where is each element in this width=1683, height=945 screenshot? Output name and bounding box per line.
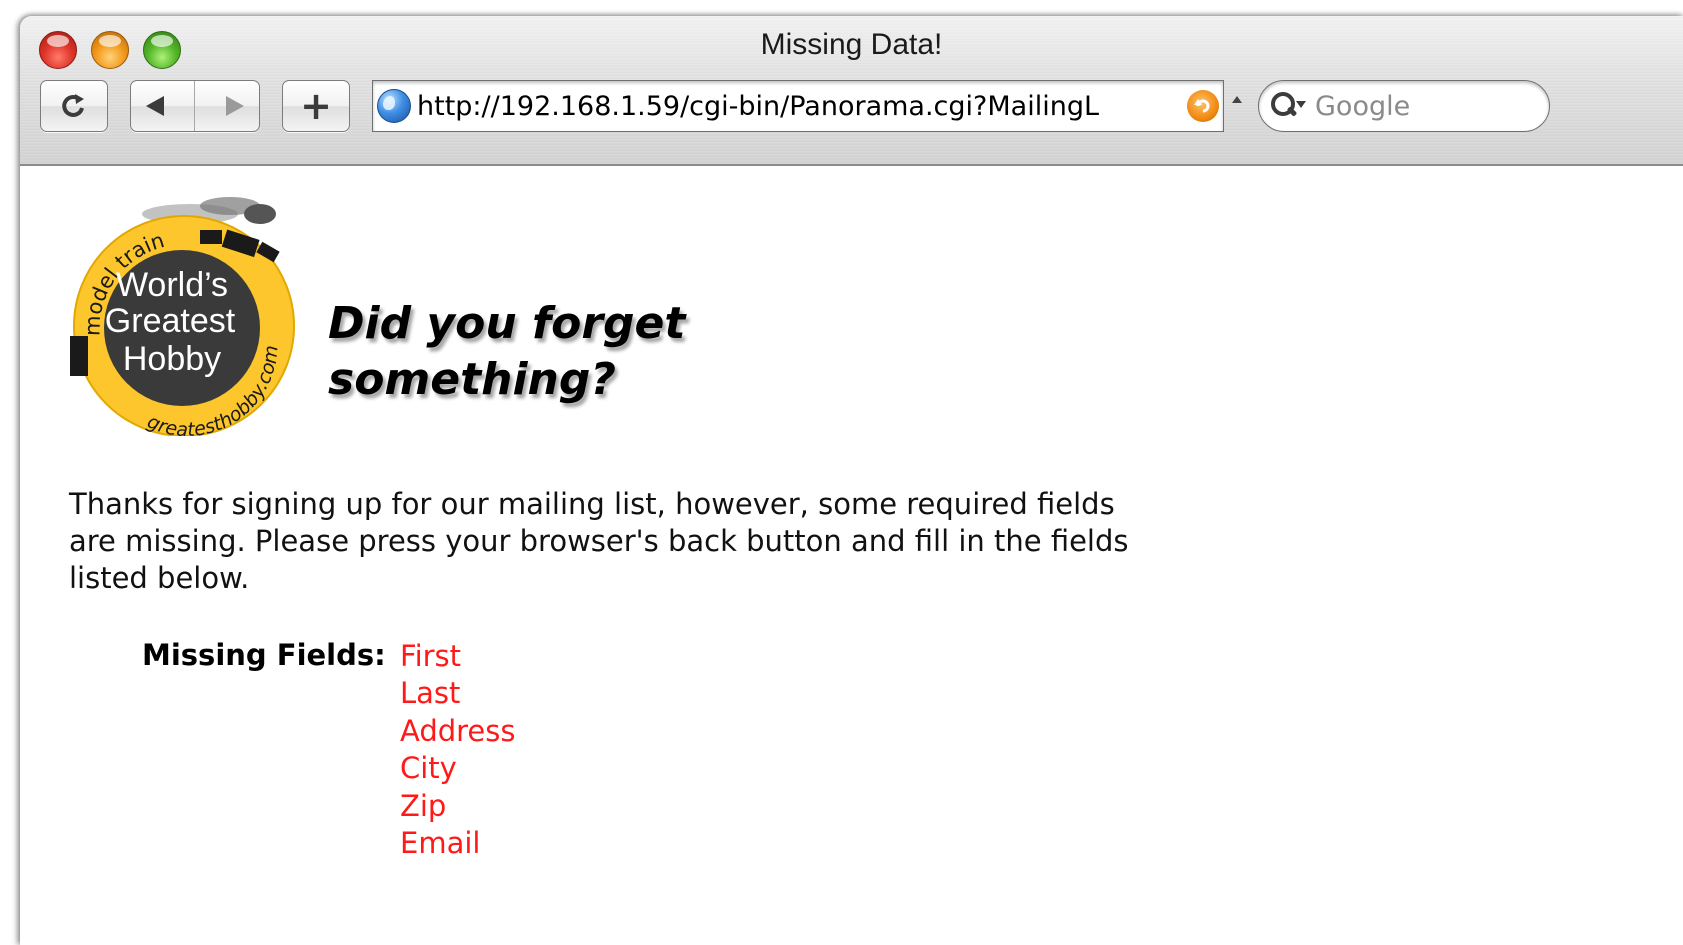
logo-line-3: Hobby [123, 340, 221, 378]
reload-icon [62, 94, 84, 117]
divider [194, 81, 196, 131]
heading-line-2: something? [328, 354, 616, 405]
back-arrow-icon[interactable] [146, 96, 165, 116]
browser-window: Missing Data! + http://192.168.1.59/cgi-… [20, 16, 1683, 945]
missing-field-item: Address [400, 713, 516, 748]
toolbar: Missing Data! + http://192.168.1.59/cgi-… [20, 16, 1683, 166]
window-title: Missing Data! [760, 28, 943, 61]
missing-field-item: Zip [400, 788, 447, 823]
logo-line-1: World’s [116, 266, 228, 304]
globe-icon [377, 89, 411, 123]
url-text[interactable]: http://192.168.1.59/cgi-bin/Panorama.cgi… [417, 91, 1187, 122]
missing-fields-list: First Last Address City Zip Email [400, 638, 516, 862]
search-field[interactable] [1258, 80, 1550, 132]
reload-button[interactable] [40, 80, 108, 132]
snapback-icon[interactable] [1187, 90, 1219, 122]
page-heading: Did you forget something? [328, 296, 848, 408]
missing-fields-label: Missing Fields: [142, 638, 386, 672]
missing-field-item: Last [400, 676, 461, 711]
missing-field-item: First [400, 639, 462, 673]
back-forward-control [130, 80, 260, 132]
forward-arrow-icon[interactable] [225, 96, 244, 116]
logo-line-2: Greatest [105, 302, 236, 340]
missing-field-item: Email [400, 826, 481, 861]
intro-paragraph: Thanks for signing up for our mailing li… [69, 487, 1129, 595]
worlds-greatest-hobby-logo: model trains greatesthobby.com World’s G… [60, 186, 295, 436]
search-icon[interactable] [1269, 89, 1306, 123]
heading-line-1: Did you forget [328, 298, 686, 349]
page-content: model trains greatesthobby.com World’s G… [20, 166, 1683, 945]
address-bar[interactable]: http://192.168.1.59/cgi-bin/Panorama.cgi… [372, 80, 1224, 132]
chevron-up-icon[interactable] [1232, 96, 1242, 103]
missing-field-item: City [400, 751, 457, 786]
add-bookmark-button[interactable]: + [282, 80, 350, 132]
snapback-arrow-icon [1194, 99, 1210, 113]
search-input[interactable] [1313, 89, 1537, 123]
